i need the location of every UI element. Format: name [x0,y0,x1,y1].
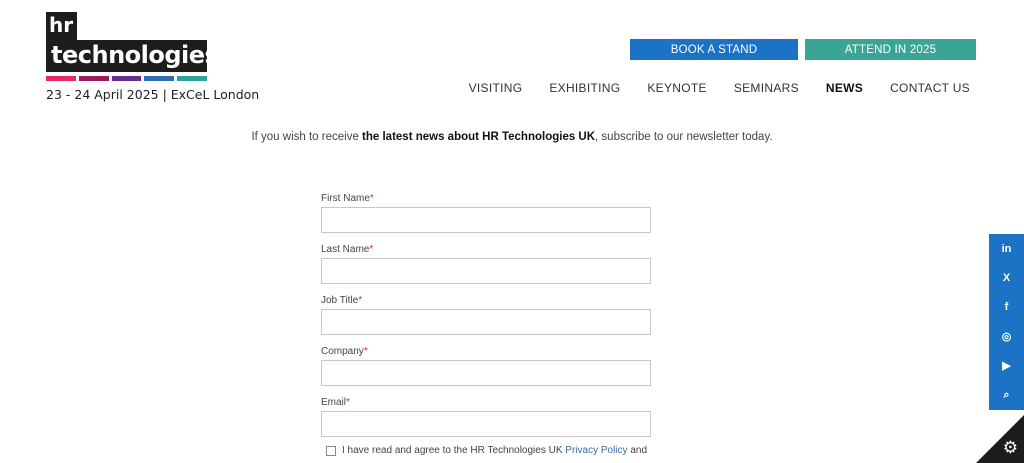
search-icon[interactable]: ⌕ [989,380,1024,410]
company-label: Company* [321,346,651,357]
job-title-field: Job Title* [321,295,651,335]
last-name-label-text: Last Name [321,244,370,255]
book-a-stand-button[interactable]: BOOK A STAND [630,39,798,60]
intro-prefix: If you wish to receive [251,131,363,143]
nav-item-keynote[interactable]: KEYNOTE [647,81,706,95]
intro-suffix: , subscribe to our newsletter today. [595,131,773,143]
nav-item-exhibiting[interactable]: EXHIBITING [549,81,620,95]
job-title-label: Job Title* [321,295,651,306]
gear-icon[interactable]: ⚙ [1003,439,1018,456]
newsletter-form: First Name* Last Name* Job Title* Compan… [321,193,651,448]
email-input[interactable] [321,411,651,437]
nav-item-seminars[interactable]: SEMINARS [734,81,799,95]
nav-item-news[interactable]: NEWS [826,81,863,95]
logo-bar [177,76,207,81]
newsletter-intro: If you wish to receive the latest news a… [0,131,1024,143]
first-name-label-text: First Name [321,193,370,204]
site-logo[interactable]: hr technologies [46,12,219,81]
logo-technologies-text: technologies [46,40,219,72]
consent-text-start: I have read and agree to the HR Technolo… [342,445,566,456]
instagram-icon[interactable]: ◎ [989,321,1024,352]
x-icon[interactable]: X [989,263,1024,293]
required-marker: * [363,346,368,357]
linkedin-icon[interactable]: in [989,234,1024,264]
consent-text-tail: and [627,445,648,456]
email-label-text: Email [321,397,347,408]
intro-bold: the latest news about HR Technologies UK [362,131,596,143]
company-input[interactable] [321,360,651,386]
logo-bar [144,76,175,81]
required-marker: * [358,295,363,306]
job-title-input[interactable] [321,309,651,335]
logo-bar [78,76,109,81]
attend-button[interactable]: ATTEND IN 2025 [805,39,976,60]
email-label: Email* [321,397,651,408]
last-name-label: Last Name* [321,244,651,255]
nav-item-visiting[interactable]: VISITING [469,81,523,95]
company-field: Company* [321,346,651,386]
first-name-field: First Name* [321,193,651,233]
first-name-input[interactable] [321,207,651,233]
required-marker: * [369,244,374,255]
last-name-field: Last Name* [321,244,651,284]
required-marker: * [369,193,374,204]
event-date: 23 - 24 April 2025 | ExCeL London [46,87,260,102]
social-sidebar: in X f ◎ ▶ ⌕ [989,234,1024,410]
facebook-icon[interactable]: f [989,292,1024,322]
privacy-consent: I have read and agree to the HR Technolo… [326,445,647,456]
logo-color-bars [46,76,207,81]
company-label-text: Company [321,346,364,357]
job-title-label-text: Job Title [321,295,359,306]
logo-hr-text: hr [46,12,78,40]
main-nav: VISITING EXHIBITING KEYNOTE SEMINARS NEW… [469,81,970,95]
first-name-label: First Name* [321,193,651,204]
nav-item-contact-us[interactable]: CONTACT US [890,81,970,95]
logo-bar [46,76,76,81]
privacy-policy-link[interactable]: Privacy Policy [565,445,627,456]
required-marker: * [346,397,350,408]
youtube-icon[interactable]: ▶ [989,351,1024,381]
last-name-input[interactable] [321,258,651,284]
email-field: Email* [321,397,651,437]
consent-text: I have read and agree to the HR Technolo… [342,445,647,456]
consent-checkbox[interactable] [326,445,336,456]
logo-bar [111,76,142,81]
